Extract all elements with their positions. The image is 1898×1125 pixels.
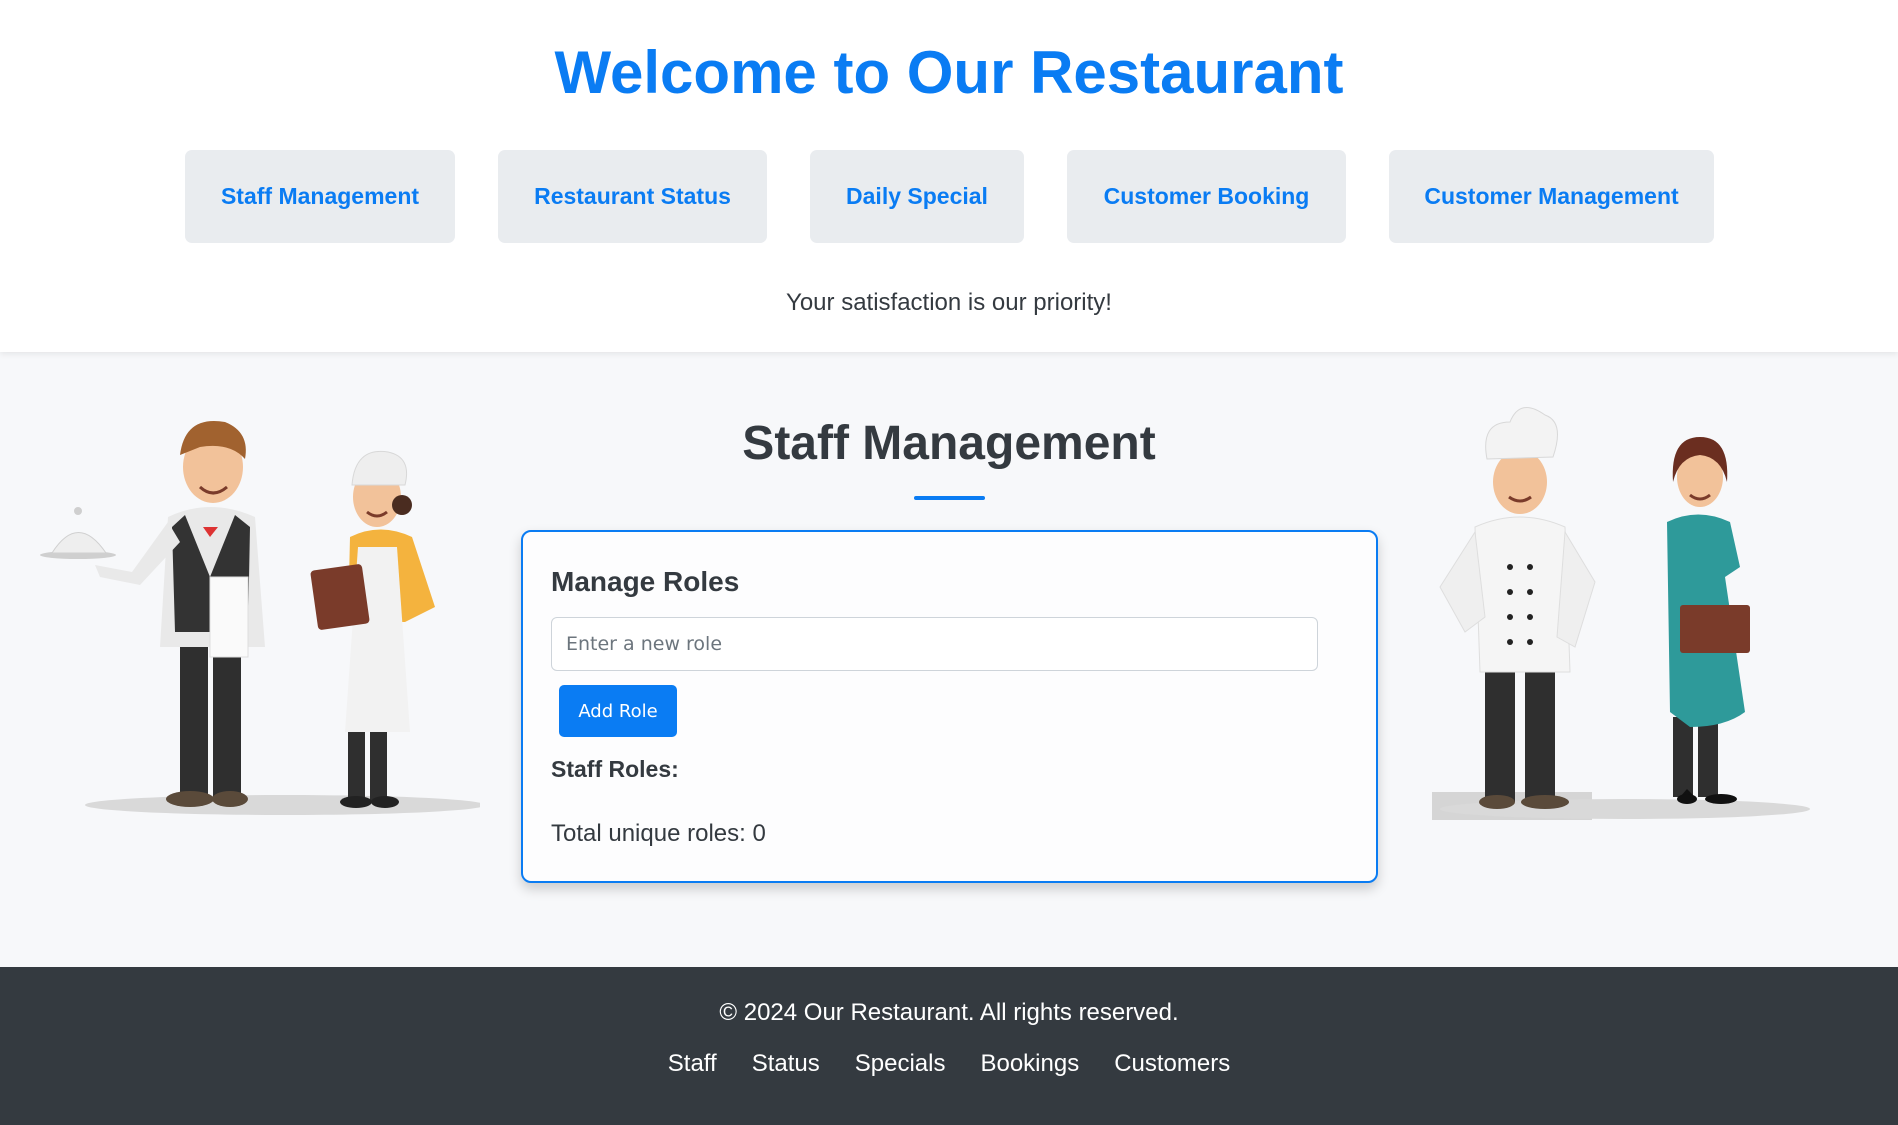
add-role-button[interactable]: Add Role (559, 685, 677, 737)
footer-link-bookings[interactable]: Bookings (980, 1050, 1079, 1078)
site-footer: © 2024 Our Restaurant. All rights reserv… (0, 967, 1898, 1125)
footer-link-staff[interactable]: Staff (668, 1050, 717, 1078)
footer-link-specials[interactable]: Specials (855, 1050, 946, 1078)
manage-roles-card: Manage Roles Add Role Staff Roles: Total… (521, 530, 1378, 883)
site-title: Welcome to Our Restaurant (554, 39, 1344, 106)
nav-staff-management-button[interactable]: Staff Management (185, 150, 455, 243)
total-roles-text: Total unique roles: 0 (551, 820, 766, 847)
footer-nav: Staff Status Specials Bookings Customers (0, 1050, 1898, 1078)
main-content: Staff Management Manage Roles Add Role S… (0, 352, 1898, 967)
title-underline (914, 496, 985, 500)
copyright-text: © 2024 Our Restaurant. All rights reserv… (719, 999, 1179, 1026)
tagline: Your satisfaction is our priority! (786, 289, 1112, 316)
site-header: Welcome to Our Restaurant Staff Manageme… (0, 0, 1898, 352)
nav-customer-booking-button[interactable]: Customer Booking (1067, 150, 1346, 243)
footer-link-customers[interactable]: Customers (1114, 1050, 1230, 1078)
nav-daily-special-button[interactable]: Daily Special (810, 150, 1024, 243)
card-title: Manage Roles (551, 566, 740, 597)
chef-and-server-illustration (1432, 407, 1810, 820)
staff-roles-label: Staff Roles: (551, 756, 679, 782)
nav-restaurant-status-button[interactable]: Restaurant Status (498, 150, 767, 243)
footer-link-status[interactable]: Status (752, 1050, 820, 1078)
nav-customer-management-button[interactable]: Customer Management (1389, 150, 1714, 243)
new-role-input[interactable] (551, 617, 1318, 671)
